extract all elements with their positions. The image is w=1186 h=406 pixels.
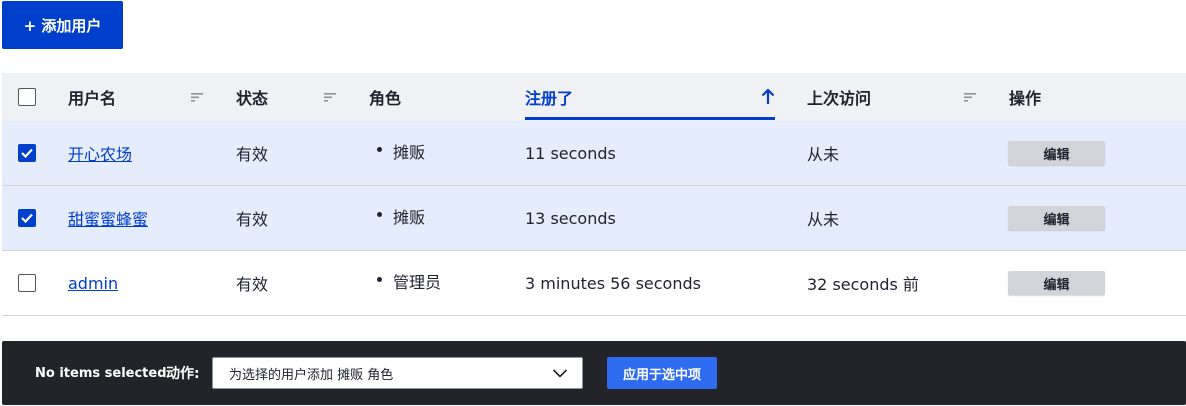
status-text: 有效 [236, 210, 269, 229]
active-sort-indicator [525, 117, 775, 120]
column-member-for[interactable]: 注册了 [525, 73, 573, 121]
selection-status: No items selected [35, 365, 167, 381]
status-text: 有效 [236, 145, 269, 164]
sort-icon[interactable] [324, 92, 336, 102]
sort-icon[interactable] [191, 92, 203, 102]
column-status[interactable]: 状态 [236, 73, 268, 121]
row-checkbox[interactable] [18, 209, 36, 227]
username-link[interactable]: 甜蜜蜜蜂蜜 [68, 206, 148, 230]
column-username[interactable]: 用户名 [68, 73, 116, 121]
chevron-down-icon [552, 369, 568, 378]
edit-button[interactable]: 编辑 [1008, 271, 1105, 295]
status-text: 有效 [236, 275, 269, 294]
role-item: 摊贩 [377, 204, 425, 228]
member-for-text: 3 minutes 56 seconds [525, 273, 701, 293]
last-access-text: 从未 [807, 210, 840, 229]
role-item: 管理员 [377, 269, 441, 293]
row-checkbox[interactable] [18, 274, 36, 292]
select-all-checkbox[interactable] [18, 88, 36, 106]
member-for-text: 13 seconds [525, 208, 616, 228]
role-item: 摊贩 [377, 139, 425, 163]
column-operations: 操作 [1009, 89, 1042, 108]
add-user-button[interactable]: + 添加用户 [2, 1, 123, 49]
action-select[interactable]: 为选择的用户添加 摊贩 角色 [212, 357, 583, 389]
apply-to-selected-button[interactable]: 应用于选中项 [607, 357, 717, 389]
edit-button[interactable]: 编辑 [1008, 206, 1105, 230]
arrow-up-icon[interactable] [761, 89, 775, 105]
last-access-text: 从未 [807, 145, 840, 164]
username-link[interactable]: admin [68, 274, 118, 293]
column-last-access[interactable]: 上次访问 [807, 73, 871, 121]
bulk-actions-bar: No items selected 动作: 为选择的用户添加 摊贩 角色 应用于… [2, 341, 1186, 405]
table-row: 甜蜜蜜蜂蜜 有效 摊贩 13 seconds 从未 编辑 [2, 186, 1186, 251]
sort-icon[interactable] [964, 92, 976, 102]
member-for-text: 11 seconds [525, 143, 616, 163]
edit-button[interactable]: 编辑 [1008, 141, 1105, 165]
users-table: 用户名 状态 角色 注册了 上次访问 操作 开心农场 有效 摊贩 11 seco… [2, 73, 1186, 316]
username-link[interactable]: 开心农场 [68, 141, 132, 165]
action-label: 动作: [166, 366, 200, 382]
table-row: admin 有效 管理员 3 minutes 56 seconds 32 sec… [2, 251, 1186, 316]
table-row: 开心农场 有效 摊贩 11 seconds 从未 编辑 [2, 121, 1186, 186]
action-select-value: 为选择的用户添加 摊贩 角色 [229, 367, 394, 383]
last-access-text: 32 seconds 前 [807, 275, 919, 294]
row-checkbox[interactable] [18, 144, 36, 162]
table-header: 用户名 状态 角色 注册了 上次访问 操作 [2, 73, 1186, 121]
column-roles: 角色 [369, 89, 402, 108]
